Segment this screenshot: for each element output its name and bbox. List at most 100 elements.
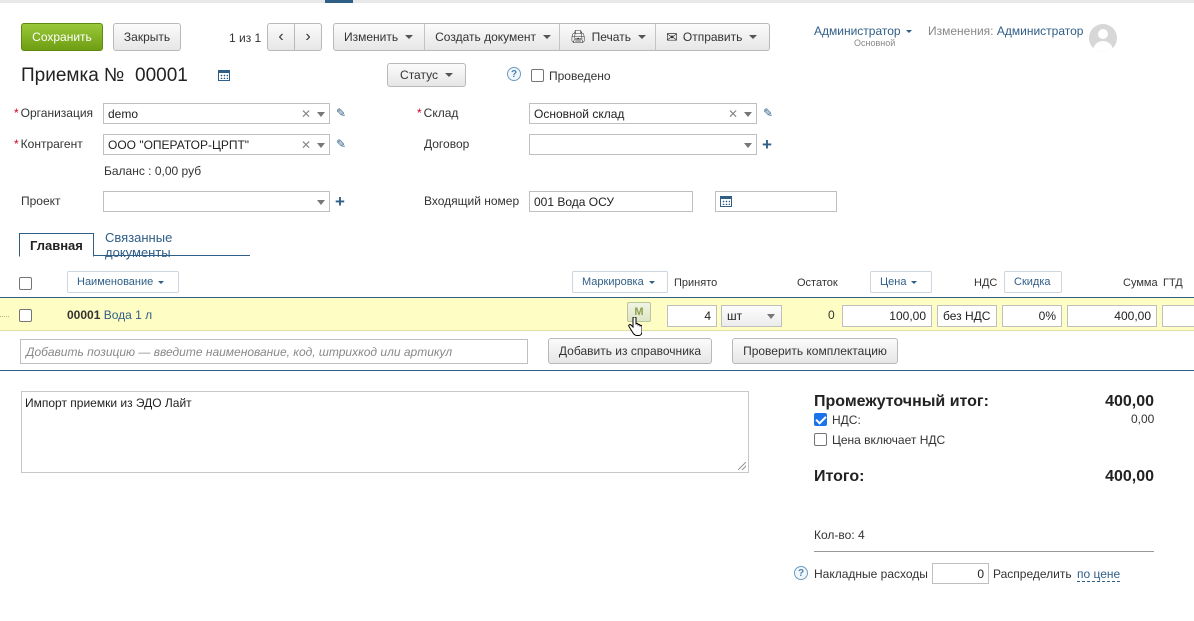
discount-input[interactable]: 0%: [1002, 305, 1062, 327]
user-menu[interactable]: Администратор: [814, 24, 912, 38]
chevron-down-icon[interactable]: [317, 143, 325, 148]
save-button[interactable]: Сохранить: [21, 23, 103, 51]
posted-label: Проведено: [549, 69, 611, 83]
chevron-down-icon: [158, 280, 165, 284]
row-drag-handle[interactable]: [0, 316, 9, 317]
vat-label: НДС:: [832, 413, 861, 427]
incoming-number-label: Входящий номер: [424, 194, 520, 208]
column-gtd: ГТД: [1163, 277, 1183, 289]
unit-select[interactable]: шт: [721, 305, 782, 327]
tab-bar: Главная Связанные документы: [19, 230, 250, 260]
resize-grip-icon[interactable]: [738, 462, 746, 470]
chevron-down-icon[interactable]: [744, 112, 752, 117]
vat-select[interactable]: без НДС: [937, 305, 997, 327]
tab-related-documents[interactable]: Связанные документы: [95, 230, 250, 260]
gtd-input[interactable]: [1162, 305, 1194, 327]
edit-label: Изменить: [344, 30, 399, 44]
column-discount[interactable]: Скидка: [1004, 271, 1062, 293]
next-record-button[interactable]: ›: [294, 23, 322, 51]
edit-pencil-icon[interactable]: ✎: [336, 106, 346, 120]
column-remainder: Остаток: [797, 277, 838, 289]
print-label: Печать: [591, 30, 631, 44]
chevron-down-icon: [648, 280, 655, 284]
counterparty-select[interactable]: ООО "ОПЕРАТОР-ЦРПТ" ✕: [103, 134, 330, 155]
warehouse-select[interactable]: Основной склад ✕: [529, 103, 757, 124]
column-marking-sort[interactable]: Маркировка: [572, 271, 668, 293]
incoming-number-input[interactable]: 001 Вода ОСУ: [529, 191, 693, 212]
page-title: Приемка № 00001: [21, 65, 188, 86]
contract-select[interactable]: [529, 134, 757, 155]
column-name-sort[interactable]: Наименование: [67, 271, 179, 293]
edit-pencil-icon[interactable]: ✎: [763, 106, 773, 120]
subtotal-label: Промежуточный итог:: [814, 393, 989, 410]
vat-checkbox[interactable]: [814, 413, 827, 426]
distribute-by-price-link[interactable]: по цене: [1077, 567, 1121, 582]
avatar[interactable]: [1089, 24, 1117, 52]
document-number: 00001: [135, 65, 188, 86]
row-product[interactable]: 00001 Вода 1 л: [67, 308, 152, 322]
edit-menu-button[interactable]: Изменить: [334, 24, 424, 50]
select-all-checkbox[interactable]: [19, 277, 32, 290]
organization-select[interactable]: demo ✕: [103, 103, 330, 124]
clear-icon[interactable]: ✕: [301, 107, 311, 121]
distribute-label: Распределить: [993, 567, 1072, 581]
chevron-down-icon: [767, 314, 775, 319]
column-price-sort[interactable]: Цена: [870, 271, 932, 293]
chevron-down-icon[interactable]: [317, 112, 325, 117]
user-role: Основной: [854, 38, 896, 48]
row-checkbox[interactable]: [19, 309, 32, 322]
tab-main[interactable]: Главная: [19, 233, 94, 257]
dropdown-caret-icon: [543, 35, 552, 39]
balance-text: Баланс : 0,00 руб: [104, 164, 202, 178]
overhead-label: Накладные расходы: [814, 567, 928, 581]
dropdown-caret-icon: [749, 35, 758, 39]
print-menu-button[interactable]: 🖨 Печать: [559, 24, 655, 50]
add-from-catalog-button[interactable]: Добавить из справочника: [548, 338, 712, 364]
status-dropdown[interactable]: Статус: [387, 63, 466, 87]
help-icon[interactable]: ?: [507, 67, 521, 81]
add-position-input[interactable]: Добавить позицию — введите наименование,…: [20, 339, 528, 364]
send-menu-button[interactable]: ✉ Отправить: [655, 24, 769, 50]
total-label: Итого:: [814, 468, 865, 485]
chevron-left-icon: ‹: [278, 28, 284, 45]
close-button[interactable]: Закрыть: [113, 23, 181, 51]
prev-record-button[interactable]: ‹: [267, 23, 295, 51]
warehouse-label: Склад: [417, 106, 459, 120]
add-project-icon[interactable]: +: [335, 193, 345, 210]
chevron-down-icon[interactable]: [317, 200, 325, 205]
posted-checkbox[interactable]: [531, 69, 544, 82]
calendar-icon[interactable]: [720, 196, 732, 207]
create-document-menu-button[interactable]: Создать документ: [424, 24, 559, 50]
column-sum: Сумма: [1123, 277, 1158, 289]
totals-divider: [814, 551, 1154, 552]
quantity-input[interactable]: 4: [667, 305, 717, 327]
changes-label: Изменения: Администратор: [928, 24, 1084, 38]
dropdown-caret-icon: [405, 35, 414, 39]
clear-icon[interactable]: ✕: [728, 107, 738, 121]
check-set-button[interactable]: Проверить комплектацию: [732, 338, 898, 364]
incoming-date-input[interactable]: [715, 191, 837, 212]
changes-user-link[interactable]: Администратор: [997, 24, 1084, 38]
dropdown-caret-icon: [637, 35, 646, 39]
edit-pencil-icon[interactable]: ✎: [336, 137, 346, 151]
comment-textarea[interactable]: Импорт приемки из ЭДО Лайт: [21, 391, 749, 473]
price-input[interactable]: 100,00: [842, 305, 932, 327]
counterparty-label: Контрагент: [14, 137, 83, 151]
contract-label: Договор: [424, 137, 470, 151]
help-icon[interactable]: ?: [794, 566, 808, 580]
calendar-icon[interactable]: [218, 70, 230, 81]
overhead-input[interactable]: 0: [932, 563, 989, 584]
chevron-right-icon: ›: [305, 28, 311, 45]
organization-label: Организация: [14, 106, 93, 120]
printer-icon: 🖨: [570, 29, 587, 44]
section-divider: [0, 370, 1194, 371]
subtotal-value: 400,00: [1105, 393, 1154, 410]
send-label: Отправить: [682, 30, 743, 44]
hand-cursor-icon: [628, 317, 642, 336]
project-select[interactable]: [103, 191, 330, 212]
clear-icon[interactable]: ✕: [301, 138, 311, 152]
sum-input[interactable]: 400,00: [1067, 305, 1157, 327]
price-includes-vat-checkbox[interactable]: [814, 433, 827, 446]
chevron-down-icon[interactable]: [744, 143, 752, 148]
add-contract-icon[interactable]: +: [762, 136, 772, 153]
